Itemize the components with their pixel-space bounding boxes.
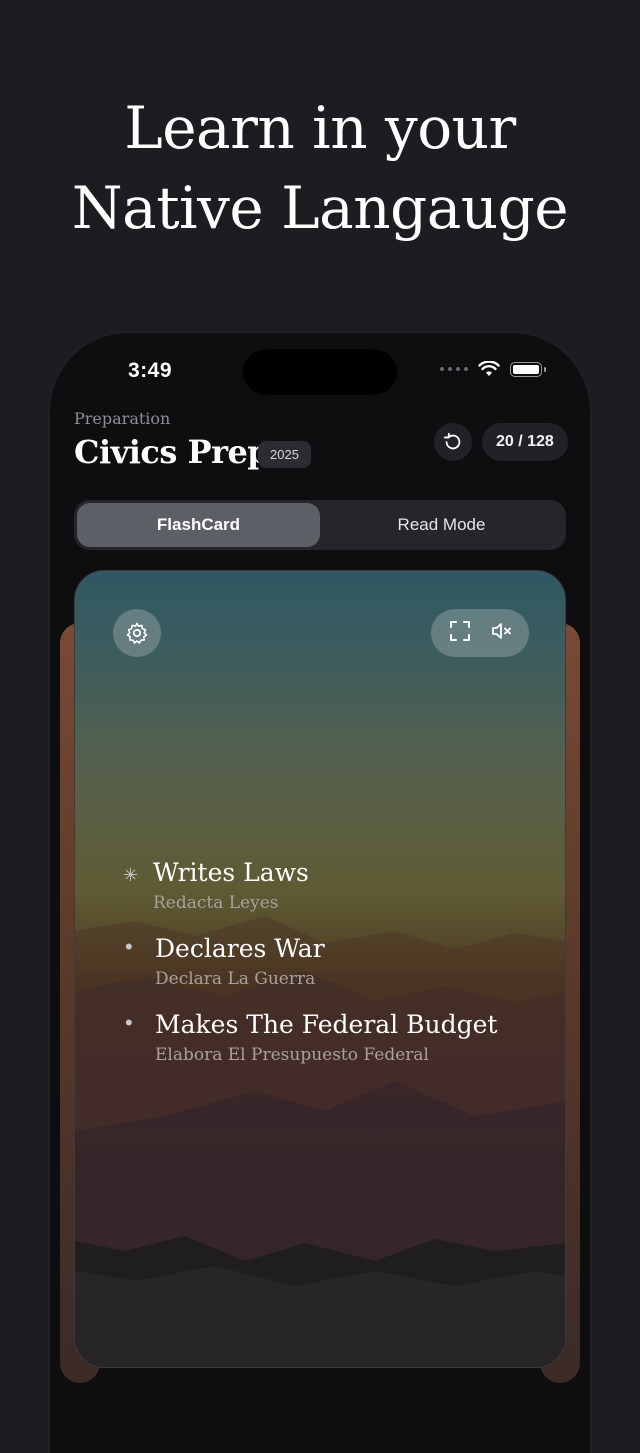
bullet-icon: • xyxy=(125,1010,133,1035)
answer-english: Makes The Federal Budget xyxy=(155,1010,498,1039)
bullet-icon: • xyxy=(125,934,133,959)
media-controls xyxy=(431,609,529,657)
reset-icon xyxy=(443,432,461,450)
mute-button[interactable] xyxy=(489,619,513,648)
year-badge: 2025 xyxy=(258,441,311,468)
headline: Learn in your Native Langauge xyxy=(0,88,640,248)
list-item: ✳ Writes Laws Redacta Leyes xyxy=(117,856,547,916)
settings-button[interactable] xyxy=(113,609,161,657)
wifi-icon xyxy=(478,361,500,376)
list-item: • Declares War Declara La Guerra xyxy=(117,932,547,992)
mute-icon xyxy=(491,622,511,639)
fullscreen-icon xyxy=(449,620,470,641)
status-time: 3:49 xyxy=(128,359,173,382)
answer-translation: Elabora El Presupuesto Federal xyxy=(155,1045,429,1065)
mode-switch: FlashCard Read Mode xyxy=(74,500,566,550)
phone-frame: 3:49 Preparation Civics Prep 2025 20 / 1… xyxy=(50,333,590,1453)
signal-dots-icon xyxy=(440,367,468,371)
reset-button[interactable] xyxy=(434,423,472,461)
flashcard[interactable]: ✳ Writes Laws Redacta Leyes • Declares W… xyxy=(74,570,566,1368)
headline-line-2: Native Langauge xyxy=(71,174,569,242)
tab-flashcard[interactable]: FlashCard xyxy=(77,503,320,547)
answer-translation: Redacta Leyes xyxy=(153,893,279,913)
headline-line-1: Learn in your xyxy=(124,94,516,162)
section-kicker: Preparation xyxy=(74,409,171,428)
dynamic-island xyxy=(243,349,397,395)
tab-read-mode[interactable]: Read Mode xyxy=(320,503,563,547)
answer-translation: Declara La Guerra xyxy=(155,969,316,989)
fullscreen-button[interactable] xyxy=(448,619,472,648)
list-item: • Makes The Federal Budget Elabora El Pr… xyxy=(117,1008,547,1068)
asterisk-icon: ✳ xyxy=(123,865,139,885)
answer-english: Declares War xyxy=(155,934,325,963)
answer-list: ✳ Writes Laws Redacta Leyes • Declares W… xyxy=(117,856,547,1084)
answer-english: Writes Laws xyxy=(153,858,309,887)
progress-counter: 20 / 128 xyxy=(482,423,568,461)
page-title: Civics Prep xyxy=(74,433,270,471)
status-icons xyxy=(440,361,546,377)
battery-icon xyxy=(510,361,546,377)
gear-icon xyxy=(126,622,148,644)
